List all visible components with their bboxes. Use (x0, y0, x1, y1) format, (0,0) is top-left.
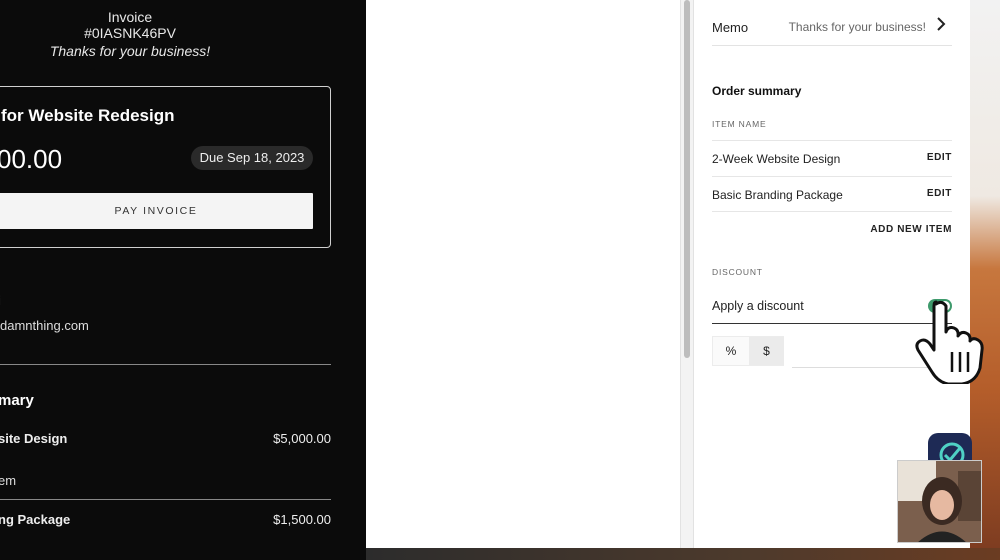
line-item-name: ng Package (0, 512, 71, 527)
invoice-card: for Website Redesign 00.00 Due Sep 18, 2… (0, 86, 331, 248)
divider (0, 499, 331, 500)
pay-invoice-button[interactable]: PAY INVOICE (0, 193, 313, 229)
edit-item-button[interactable]: EDIT (927, 188, 952, 199)
item-name-header: ITEM NAME (712, 119, 767, 129)
line-item-subtext: em (0, 473, 17, 488)
presenter-video (898, 461, 981, 542)
content-gap (366, 0, 680, 548)
invoice-preview: Invoice #0IASNK46PV Thanks for your busi… (0, 0, 366, 560)
memo-row[interactable]: Memo Thanks for your business! (712, 0, 952, 46)
invoice-amount: 00.00 (0, 144, 63, 174)
scrollbar-thumb[interactable] (684, 0, 690, 358)
order-item-row: 2-Week Website Design EDIT (712, 140, 952, 176)
order-item-name: 2-Week Website Design (712, 152, 841, 166)
invoice-title: for Website Redesign (1, 106, 175, 125)
line-item-amount: $5,000.00 (273, 431, 331, 446)
memo-value: Thanks for your business! (788, 20, 926, 34)
contact-line: i (0, 293, 1, 308)
invoice-number: Invoice #0IASNK46PV (84, 9, 176, 41)
hand-pointer-cursor-icon (915, 300, 984, 384)
invoice-message: Thanks for your business! (49, 43, 211, 59)
edit-item-button[interactable]: EDIT (927, 152, 952, 163)
discount-type-selector: % $ (712, 336, 784, 366)
webcam-overlay (897, 460, 982, 543)
due-date-badge: Due Sep 18, 2023 (191, 146, 313, 170)
order-summary-title: Order summary (712, 84, 802, 98)
memo-label: Memo (712, 20, 749, 35)
scrollbar[interactable] (680, 0, 694, 548)
divider (0, 364, 331, 365)
contact-email: damnthing.com (0, 318, 89, 333)
desktop-background (366, 548, 1000, 560)
discount-dollar-option[interactable]: $ (749, 337, 784, 365)
order-item-name: Basic Branding Package (712, 188, 843, 202)
summary-heading: mary (0, 392, 34, 409)
line-item-name: site Design (0, 431, 68, 446)
discount-percent-option[interactable]: % (713, 337, 749, 365)
apply-discount-label: Apply a discount (712, 299, 804, 313)
line-item-amount: $1,500.00 (273, 512, 331, 527)
order-item-row: Basic Branding Package EDIT (712, 176, 952, 212)
add-new-item-button[interactable]: ADD NEW ITEM (870, 224, 952, 235)
chevron-right-icon[interactable] (934, 14, 948, 34)
discount-heading: DISCOUNT (712, 267, 763, 277)
